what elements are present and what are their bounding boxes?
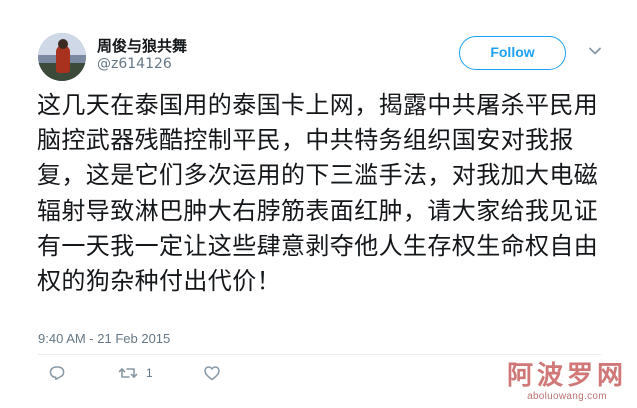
watermark-title: 阿波罗网 [506, 361, 627, 391]
reply-icon [49, 366, 65, 381]
reply-button[interactable] [48, 364, 74, 382]
heart-icon [204, 366, 220, 381]
retweet-button[interactable]: 1 [118, 364, 153, 382]
like-button[interactable] [203, 364, 229, 382]
watermark: 阿波罗网 aboluowang.com [507, 361, 627, 402]
retweet-count: 1 [146, 366, 153, 380]
tweet-text: 这几天在泰国用的泰国卡上网，揭露中共屠杀平民用脑控武器残酷控制平民，中共特务组织… [37, 91, 599, 296]
avatar-head [58, 39, 68, 49]
display-name[interactable]: 周俊与狼共舞 [97, 35, 187, 56]
watermark-url: aboluowang.com [527, 391, 607, 402]
avatar[interactable] [38, 33, 86, 81]
retweet-icon [118, 368, 138, 378]
chevron-down-icon[interactable] [588, 44, 602, 58]
user-handle[interactable]: @z614126 [97, 56, 172, 72]
tweet-timestamp[interactable]: 9:40 AM - 21 Feb 2015 [38, 331, 170, 346]
divider [38, 354, 601, 355]
avatar-person [56, 45, 70, 73]
follow-button[interactable]: Follow [459, 36, 566, 70]
tweet-card: 周俊与狼共舞 @z614126 Follow 这几天在泰国用的泰国卡上网，揭露中… [0, 0, 637, 408]
